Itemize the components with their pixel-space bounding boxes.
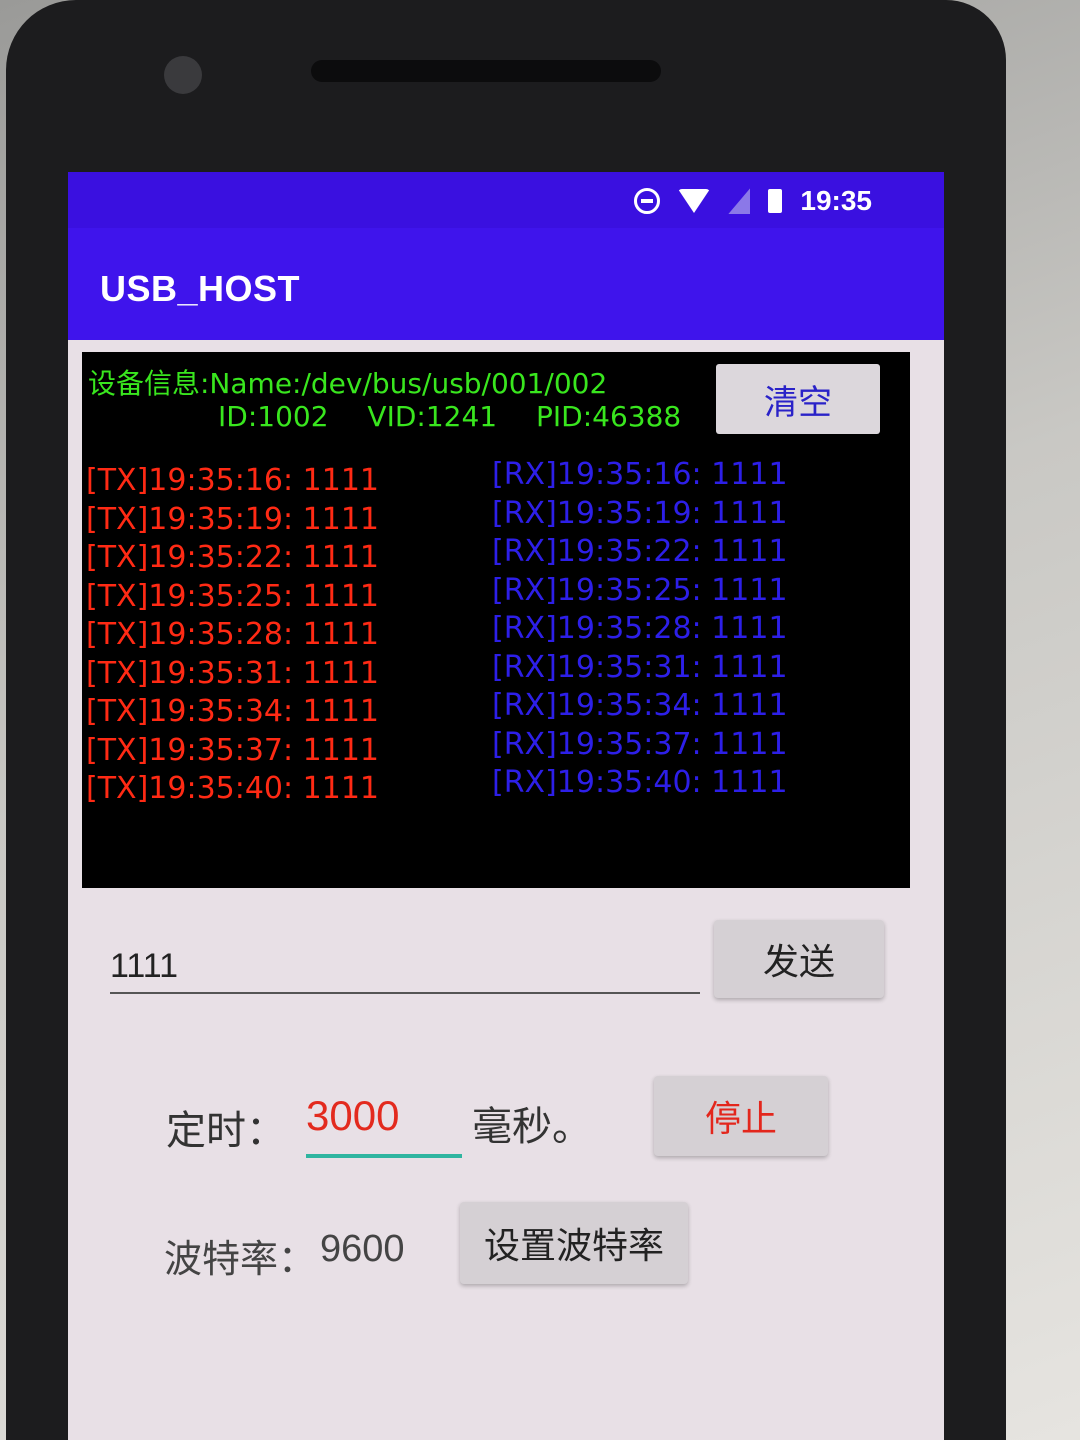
earpiece-speaker bbox=[311, 60, 661, 82]
rx-log-list: [RX]19:35:16: 1111 [RX]19:35:19: 1111 [R… bbox=[492, 456, 788, 803]
tx-log-line: [TX]19:35:19: 1111 bbox=[86, 501, 380, 537]
app-title: USB_HOST bbox=[100, 268, 301, 309]
tx-log-line: [TX]19:35:31: 1111 bbox=[86, 655, 380, 691]
status-bar: 19:35 bbox=[68, 172, 944, 228]
tx-log-line: [TX]19:35:34: 1111 bbox=[86, 694, 380, 729]
status-clock: 19:35 bbox=[800, 185, 872, 216]
rx-log-line: [RX]19:35:25: 1111 bbox=[492, 572, 788, 608]
timer-unit-label: 毫秒。 bbox=[472, 1104, 592, 1150]
rx-log-line: [RX]19:35:40: 1111 bbox=[492, 765, 788, 800]
rx-log-line: [RX]19:35:37: 1111 bbox=[492, 726, 788, 762]
send-button[interactable]: 发送 bbox=[714, 920, 884, 998]
do-not-disturb-icon bbox=[634, 188, 661, 214]
timer-label: 定时： bbox=[166, 1108, 286, 1154]
device-vid: VID:1241 bbox=[367, 400, 498, 433]
clear-button[interactable]: 清空 bbox=[716, 364, 880, 434]
rx-log-line: [RX]19:35:16: 1111 bbox=[492, 457, 788, 492]
rx-log-line: [RX]19:35:19: 1111 bbox=[492, 495, 788, 531]
tx-log-list: [TX]19:35:16: 1111 [TX]19:35:19: 1111 [T… bbox=[86, 462, 379, 809]
rx-log-line: [RX]19:35:28: 1111 bbox=[492, 611, 788, 646]
rx-log-line: [RX]19:35:31: 1111 bbox=[492, 649, 788, 685]
rx-log-line: [RX]19:35:34: 1111 bbox=[492, 688, 788, 723]
front-camera bbox=[164, 56, 202, 94]
stop-button[interactable]: 停止 bbox=[654, 1076, 828, 1156]
log-panel: 设备信息:Name:/dev/bus/usb/001/002 ID:1002 V… bbox=[82, 352, 910, 888]
device-info-name: 设备信息:Name:/dev/bus/usb/001/002 bbox=[88, 367, 608, 400]
screen: 19:35 USB_HOST 设备信息:Name:/dev/bus/usb/00… bbox=[68, 172, 944, 1440]
device-id: ID:1002 bbox=[218, 400, 329, 433]
device-pid: PID:46388 bbox=[536, 400, 682, 433]
no-sim-icon bbox=[728, 188, 751, 214]
set-baud-rate-button[interactable]: 设置波特率 bbox=[460, 1202, 688, 1284]
phone-frame: 19:35 USB_HOST 设备信息:Name:/dev/bus/usb/00… bbox=[6, 0, 1006, 1440]
tx-log-line: [TX]19:35:25: 1111 bbox=[86, 578, 380, 614]
tx-log-line: [TX]19:35:28: 1111 bbox=[86, 617, 380, 652]
tx-log-line: [TX]19:35:16: 1111 bbox=[86, 463, 380, 498]
tx-log-line: [TX]19:35:22: 1111 bbox=[86, 540, 380, 575]
baud-rate-label: 波特率： bbox=[164, 1237, 317, 1281]
rx-log-line: [RX]19:35:22: 1111 bbox=[492, 534, 788, 569]
timer-interval-input[interactable]: 3000 bbox=[306, 1092, 462, 1158]
app-bar: USB_HOST bbox=[68, 228, 944, 340]
tx-log-line: [TX]19:35:40: 1111 bbox=[86, 771, 380, 806]
battery-icon bbox=[768, 189, 783, 213]
device-info-ids: ID:1002 VID:1241 PID:46388 bbox=[218, 400, 711, 433]
send-data-input[interactable]: 1111 bbox=[110, 932, 700, 994]
wifi-no-internet-icon bbox=[678, 189, 711, 213]
baud-rate-value: 9600 bbox=[320, 1228, 405, 1270]
tx-log-line: [TX]19:35:37: 1111 bbox=[86, 732, 380, 768]
status-icons: 19:35 bbox=[634, 184, 872, 218]
